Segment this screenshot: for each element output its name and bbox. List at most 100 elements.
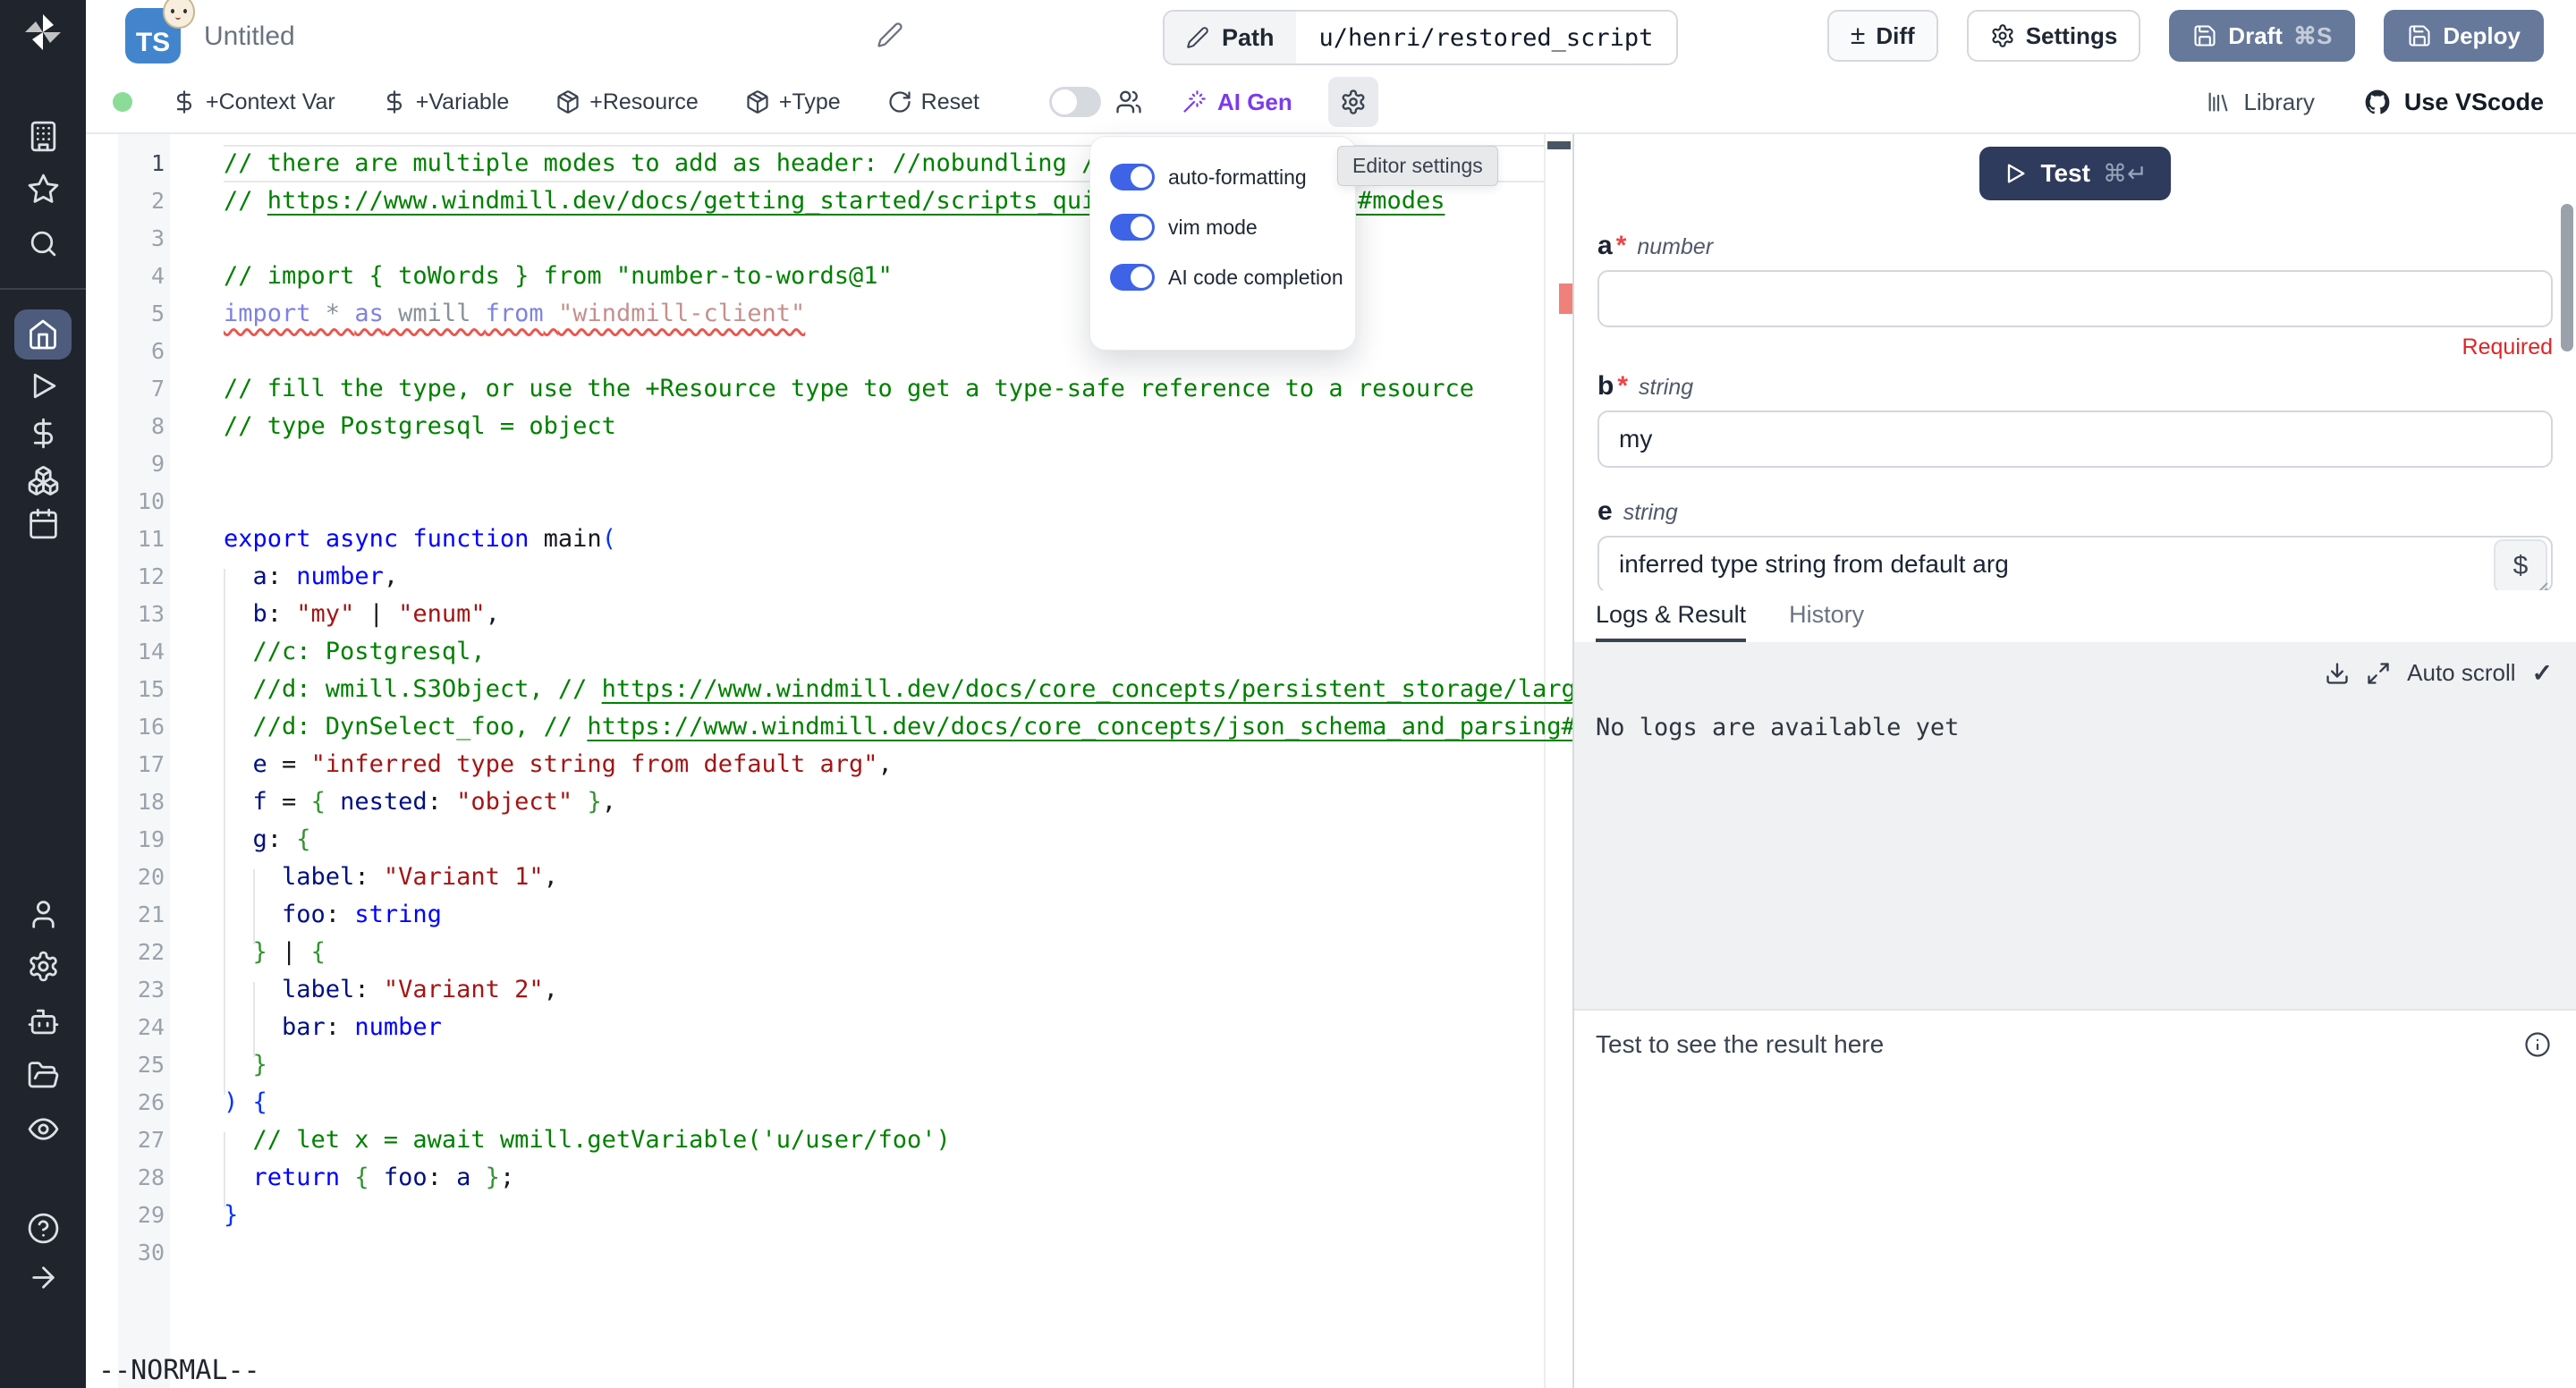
script-title: Untitled <box>204 21 295 52</box>
deploy-button[interactable]: Deploy <box>2384 10 2544 62</box>
resources-boxes-icon[interactable] <box>25 462 61 498</box>
ai-gen-button[interactable]: AI Gen <box>1182 89 1292 116</box>
no-logs-message: No logs are available yet <box>1596 714 1959 741</box>
audit-eye-icon[interactable] <box>25 1111 61 1147</box>
field-b-required-star: * <box>1617 371 1628 402</box>
gear-icon <box>1340 89 1367 115</box>
add-type-button[interactable]: +Type <box>745 89 841 115</box>
resize-handle[interactable] <box>2533 578 2549 590</box>
code-line-16[interactable]: 16 //d: DynSelect_foo, // https://www.wi… <box>86 708 1544 746</box>
expand-icon[interactable] <box>2366 661 2391 686</box>
wand-sparkles-icon <box>1182 89 1207 114</box>
draft-button[interactable]: Draft ⌘S <box>2169 10 2355 62</box>
code-line-10[interactable]: 10 <box>86 483 1544 520</box>
settings-button[interactable]: Settings <box>1967 10 2141 62</box>
code-line-7[interactable]: 7// fill the type, or use the +Resource … <box>86 370 1544 408</box>
editor-settings-button[interactable] <box>1328 77 1378 127</box>
line-number: 14 <box>86 633 165 671</box>
code-line-20[interactable]: 20 label: "Variant 1", <box>86 859 1544 896</box>
dollar-icon <box>172 89 197 114</box>
code-line-29[interactable]: 29} <box>86 1197 1544 1234</box>
field-b-input[interactable] <box>1597 410 2553 468</box>
ai-code-completion-toggle[interactable] <box>1110 264 1155 291</box>
line-number: 18 <box>86 783 165 821</box>
code-line-15[interactable]: 15 //d: wmill.S3Object, // https://www.w… <box>86 671 1544 708</box>
expand-sidebar-arrow-icon[interactable] <box>25 1259 61 1295</box>
workers-robot-icon[interactable] <box>25 1003 61 1039</box>
edit-summary-pencil-icon[interactable] <box>877 21 907 52</box>
variables-dollar-icon[interactable] <box>25 415 61 451</box>
error-marker <box>1559 284 1572 314</box>
library-button[interactable]: Library <box>2206 89 2314 116</box>
user-icon[interactable] <box>25 896 61 932</box>
field-a-input[interactable] <box>1597 270 2553 327</box>
multiplayer-toggle[interactable] <box>1049 87 1101 117</box>
code-line-28[interactable]: 28 return { foo: a }; <box>86 1159 1544 1197</box>
add-resource-button[interactable]: +Resource <box>555 89 699 115</box>
field-a-type: number <box>1637 234 1713 260</box>
vim-mode-toggle[interactable] <box>1110 214 1155 241</box>
code-line-18[interactable]: 18 f = { nested: "object" }, <box>86 783 1544 821</box>
path-value[interactable]: u/henri/restored_script <box>1296 12 1677 63</box>
code-line-14[interactable]: 14 //c: Postgresql, <box>86 633 1544 671</box>
add-variable-button[interactable]: +Variable <box>382 89 509 115</box>
cursor-marker <box>1547 141 1571 149</box>
search-icon[interactable] <box>25 225 61 261</box>
code-line-30[interactable]: 30 <box>86 1234 1544 1272</box>
path-field[interactable]: Path u/henri/restored_script <box>1163 10 1678 65</box>
line-number: 7 <box>86 370 165 408</box>
code-line-11[interactable]: 11export async function main( <box>86 520 1544 558</box>
runs-play-icon[interactable] <box>25 368 61 403</box>
settings-gear-icon[interactable] <box>25 948 61 984</box>
code-line-22[interactable]: 22 } | { <box>86 934 1544 971</box>
diff-button[interactable]: ± Diff <box>1827 10 1938 62</box>
test-button[interactable]: Test ⌘↵ <box>1979 147 2170 200</box>
code-line-8[interactable]: 8// type Postgresql = object <box>86 408 1544 445</box>
code-line-25[interactable]: 25 } <box>86 1046 1544 1084</box>
workspace-building-icon[interactable] <box>25 118 61 154</box>
editor-toolbar: +Context Var +Variable +Resource +Type R… <box>86 72 2576 134</box>
line-number: 4 <box>86 258 165 295</box>
favorites-star-icon[interactable] <box>25 171 61 207</box>
draft-shortcut: ⌘S <box>2293 22 2332 50</box>
folders-icon[interactable] <box>25 1057 61 1093</box>
code-line-19[interactable]: 19 g: { <box>86 821 1544 859</box>
code-line-9[interactable]: 9 <box>86 445 1544 483</box>
overview-ruler[interactable] <box>1544 134 1572 1388</box>
field-b-type: string <box>1639 375 1693 401</box>
code-line-13[interactable]: 13 b: "my" | "enum", <box>86 596 1544 633</box>
help-icon[interactable] <box>25 1210 61 1246</box>
code-line-26[interactable]: 26) { <box>86 1084 1544 1121</box>
windmill-logo-icon[interactable] <box>21 11 64 54</box>
line-number: 13 <box>86 596 165 633</box>
download-icon[interactable] <box>2325 661 2350 686</box>
line-number: 2 <box>86 182 165 220</box>
auto-scroll-label[interactable]: Auto scroll <box>2407 659 2515 687</box>
code-line-27[interactable]: 27 // let x = await wmill.getVariable('u… <box>86 1121 1544 1159</box>
info-icon[interactable] <box>2524 1031 2551 1058</box>
check-icon[interactable]: ✓ <box>2532 658 2553 688</box>
form-scrollbar[interactable] <box>2561 204 2573 351</box>
auto-formatting-toggle[interactable] <box>1110 164 1155 190</box>
add-context-var-button[interactable]: +Context Var <box>172 89 335 115</box>
code-line-17[interactable]: 17 e = "inferred type string from defaul… <box>86 746 1544 783</box>
editor-settings-popup: auto-formatting vim mode AI code complet… <box>1089 136 1356 351</box>
schedules-calendar-icon[interactable] <box>25 505 61 541</box>
header-actions: ± Diff Settings Draft ⌘S Deploy <box>1827 10 2544 62</box>
tab-logs-result[interactable]: Logs & Result <box>1596 590 1746 642</box>
tab-history[interactable]: History <box>1789 590 1864 642</box>
path-edit-button[interactable]: Path <box>1165 12 1296 63</box>
field-e-input[interactable]: inferred type string from default arg <box>1597 536 2553 590</box>
line-number: 10 <box>86 483 165 520</box>
line-number: 12 <box>86 558 165 596</box>
code-line-23[interactable]: 23 label: "Variant 2", <box>86 971 1544 1009</box>
code-line-12[interactable]: 12 a: number, <box>86 558 1544 596</box>
use-vscode-button[interactable]: Use VScode <box>2363 88 2544 116</box>
sidebar-item-home[interactable] <box>14 309 72 360</box>
line-number: 27 <box>86 1121 165 1159</box>
line-number: 15 <box>86 671 165 708</box>
code-line-21[interactable]: 21 foo: string <box>86 896 1544 934</box>
reset-button[interactable]: Reset <box>887 89 979 115</box>
output-tabs: Logs & Result History <box>1574 590 2576 644</box>
code-line-24[interactable]: 24 bar: number <box>86 1009 1544 1046</box>
